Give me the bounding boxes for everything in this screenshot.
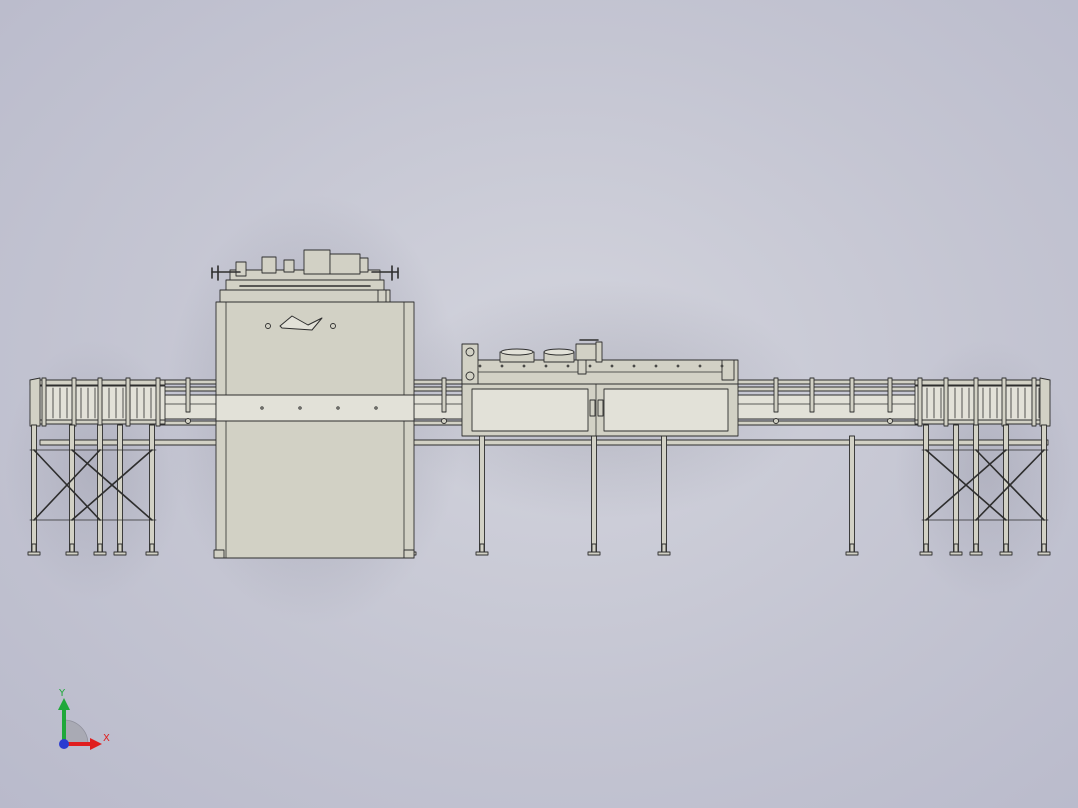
leg-screw [591,543,597,553]
rivet [298,406,302,410]
guide-post [41,377,47,427]
y-axis-label: Y [59,688,66,699]
leg-screw [1041,543,1047,553]
x-axis-label: X [103,733,110,744]
rivet [610,364,614,368]
guide-post [943,377,949,427]
rivet [478,364,482,368]
leg-post [97,424,103,553]
rail-bracket [849,377,855,413]
conveyor-line-model[interactable] [0,0,1078,808]
rivet [500,364,504,368]
rivet [588,364,592,368]
leg-post [849,435,855,553]
leg-screw [849,543,855,553]
leg-post [31,424,37,553]
leg-screw [97,543,103,553]
rail-bracket [809,377,815,413]
leg-screw [69,543,75,553]
guide-post [917,377,923,427]
guide-post [973,377,979,427]
leg-screw [973,543,979,553]
leg-post [1041,424,1047,553]
rivet [676,364,680,368]
rail-bracket [441,377,447,413]
rail-bolt [441,418,447,424]
leg-screw [479,543,485,553]
leg-screw [117,543,123,553]
leg-screw [923,543,929,553]
rivet [654,364,658,368]
rail-bracket [185,377,191,413]
guide-post [1001,377,1007,427]
rivet [720,364,724,368]
right-curve-conveyor[interactable] [914,377,1051,427]
rivet [698,364,702,368]
leg-post [149,424,155,553]
rivet [374,406,378,410]
leg-post [591,435,597,553]
leg-post [973,424,979,553]
graphics-viewport[interactable]: Y X [0,0,1078,808]
guide-post [1031,377,1037,427]
leg-screw [31,543,37,553]
guide-post [125,377,131,427]
rivet [544,364,548,368]
guide-post [97,377,103,427]
rivet [260,406,264,410]
leg-post [661,435,667,553]
guide-post [71,377,77,427]
leg-screw [1003,543,1009,553]
rivet [632,364,636,368]
rivet [336,406,340,410]
leg-post [923,424,929,553]
leg-post [479,435,485,553]
rail-bracket [887,377,893,413]
rail-bolt [185,418,191,424]
leg-post [117,424,123,553]
left-curve-conveyor[interactable] [29,377,166,427]
rail-bolt [773,418,779,424]
rivet [566,364,570,368]
rail-bracket [773,377,779,413]
coordinate-triad [58,698,102,750]
leg-post [953,424,959,553]
rivet [522,364,526,368]
guide-post [155,377,161,427]
rail-bolt [887,418,893,424]
filler-cabinet[interactable] [213,301,415,559]
leg-screw [149,543,155,553]
leg-screw [661,543,667,553]
leg-screw [953,543,959,553]
